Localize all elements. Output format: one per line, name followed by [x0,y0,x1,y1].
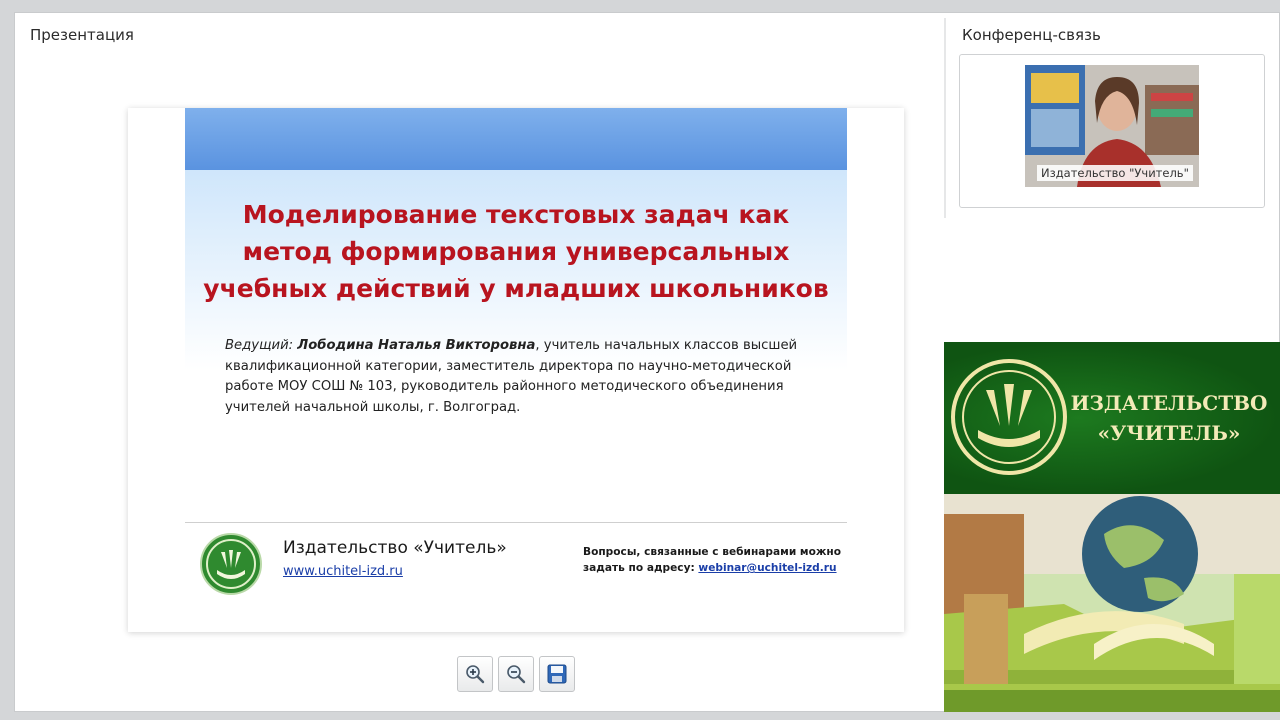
save-button[interactable] [539,656,575,692]
video-feed[interactable]: Издательство "Учитель" [1025,65,1199,187]
questions-email-link[interactable]: webinar@uchitel-izd.ru [698,562,836,574]
publisher-name: Издательство «Учитель» [283,538,507,558]
questions-note: Вопросы, связанные с вебинарами можно за… [583,544,843,576]
zoom-out-button[interactable] [498,656,534,692]
presentation-panel-title: Презентация [30,26,134,44]
presenter-name: Лободина Наталья Викторовна [297,338,536,353]
banner-header: ИЗДАТЕЛЬСТВО «УЧИТЕЛЬ» [944,342,1280,494]
slide-heading-line: метод формирования универсальных [242,237,790,266]
slide-content: Моделирование текстовых задач как метод … [185,108,847,632]
publisher-url-link[interactable]: www.uchitel-izd.ru [283,564,403,579]
banner-line: ИЗДАТЕЛЬСТВО [1070,391,1268,415]
video-card: Издательство "Учитель" [959,54,1265,208]
conference-panel-title: Конференц-связь [962,26,1101,44]
publisher-logo-icon [200,533,262,595]
presenter-prefix: Ведущий: [225,338,298,353]
slide-heading: Моделирование текстовых задач как метод … [185,196,847,307]
presentation-slide: Моделирование текстовых задач как метод … [128,108,904,632]
slide-heading-line: Моделирование текстовых задач как [242,200,790,229]
zoom-out-icon [507,665,526,684]
slide-header-band [185,108,847,170]
publisher-banner[interactable]: ИЗДАТЕЛЬСТВО «УЧИТЕЛЬ» [944,342,1280,712]
video-caption: Издательство "Учитель" [1037,165,1193,181]
banner-logo-icon [951,359,1067,475]
zoom-in-button[interactable] [457,656,493,692]
slide-heading-line: учебных действий у младших школьников [203,274,829,303]
banner-title: ИЗДАТЕЛЬСТВО «УЧИТЕЛЬ» [1064,388,1274,448]
save-icon [547,664,567,684]
banner-line: «УЧИТЕЛЬ» [1097,421,1241,445]
slide-divider [185,522,847,523]
zoom-in-icon [466,665,485,684]
books-globe-image [944,494,1280,712]
presenter-description: Ведущий: Лободина Наталья Викторовна, уч… [225,336,815,418]
panel-divider [944,18,946,218]
